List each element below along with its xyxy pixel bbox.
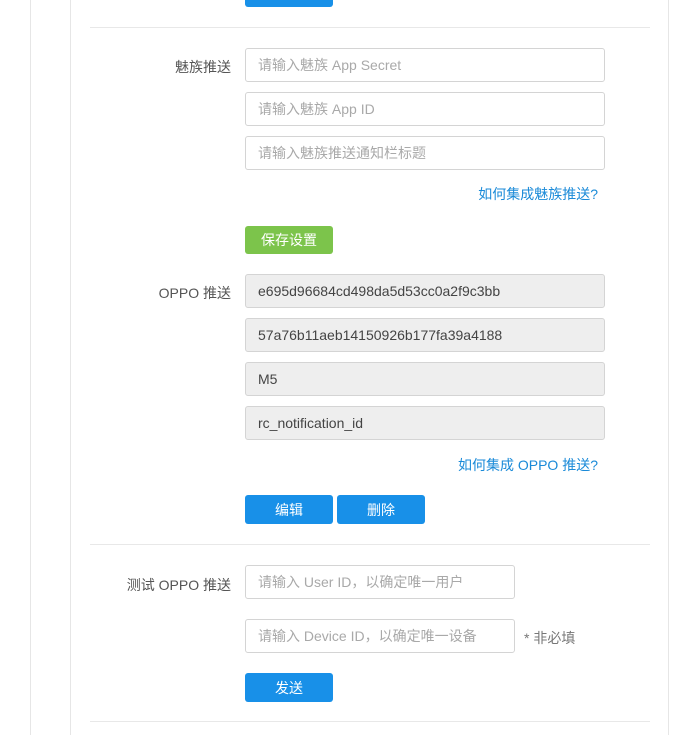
meizu-app-id-input[interactable] — [245, 92, 605, 126]
user-id-input[interactable] — [245, 565, 515, 599]
section-divider — [90, 544, 650, 545]
previous-section-button[interactable] — [245, 0, 333, 7]
device-id-input[interactable] — [245, 619, 515, 653]
oppo-app-secret-field — [245, 318, 605, 352]
meizu-help-link[interactable]: 如何集成魅族推送? — [478, 184, 598, 204]
oppo-push-label: OPPO 推送 — [158, 285, 231, 301]
section-divider — [90, 721, 650, 722]
meizu-app-secret-input[interactable] — [245, 48, 605, 82]
oppo-channel-id-field — [245, 406, 605, 440]
content-left-border — [70, 0, 71, 735]
save-settings-button[interactable]: 保存设置 — [245, 226, 333, 254]
delete-button[interactable]: 删除 — [337, 495, 425, 524]
oppo-model-field — [245, 362, 605, 396]
section-divider — [90, 27, 650, 28]
meizu-push-label: 魅族推送 — [175, 59, 231, 75]
oppo-help-link[interactable]: 如何集成 OPPO 推送? — [458, 455, 598, 475]
send-button[interactable]: 发送 — [245, 673, 333, 702]
meizu-notification-title-input[interactable] — [245, 136, 605, 170]
test-oppo-push-label: 测试 OPPO 推送 — [126, 577, 231, 593]
panel-right-border — [668, 0, 669, 735]
oppo-app-key-field — [245, 274, 605, 308]
panel-left-border — [30, 0, 31, 735]
edit-button[interactable]: 编辑 — [245, 495, 333, 524]
optional-note: * 非必填 — [524, 630, 576, 646]
